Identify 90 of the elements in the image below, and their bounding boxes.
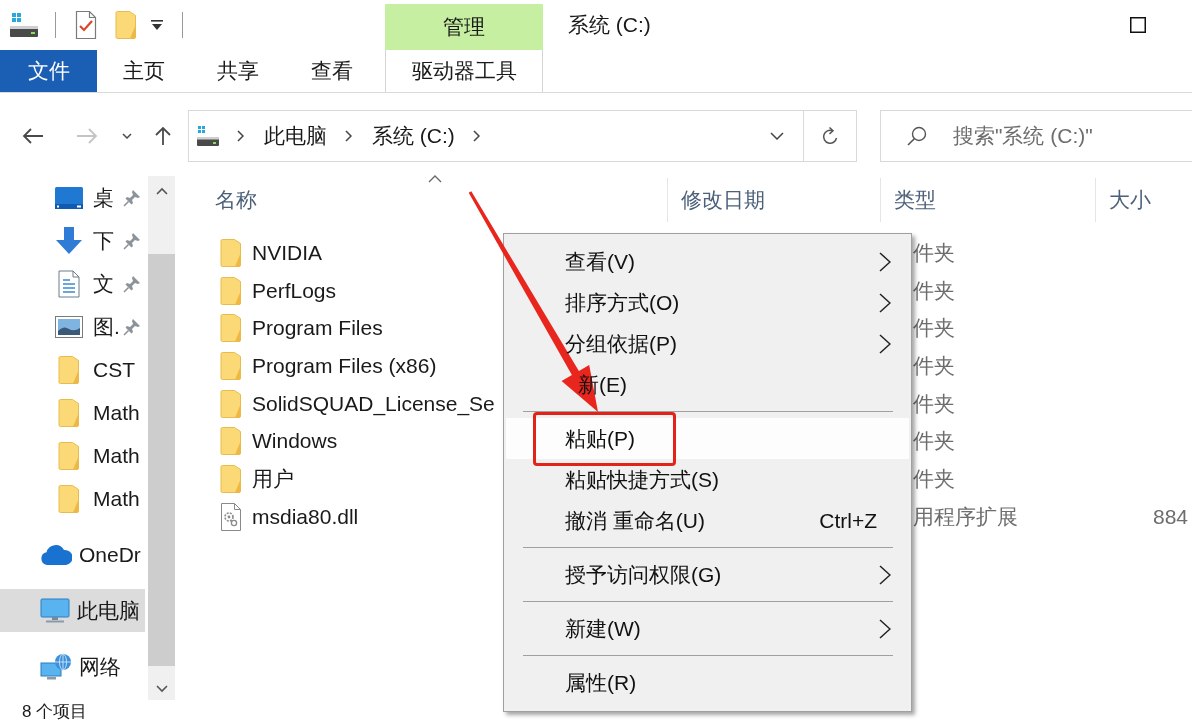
- window-title: 系统 (C:): [568, 12, 651, 38]
- sidebar-item[interactable]: 文: [0, 262, 145, 305]
- sidebar-item[interactable]: OneDr: [0, 533, 145, 576]
- sidebar-item[interactable]: 此电脑: [0, 589, 145, 632]
- menu-item[interactable]: 排序方式(O): [506, 282, 909, 323]
- maximize-icon[interactable]: [1130, 17, 1146, 33]
- file-type-text: 件夹: [913, 315, 955, 342]
- shortcut-text: Ctrl+Z: [819, 508, 877, 533]
- file-item[interactable]: Program Files: [220, 313, 383, 344]
- file-item[interactable]: PerfLogs: [220, 275, 337, 306]
- ribbon-tab[interactable]: 驱动器工具: [385, 50, 543, 92]
- monitor-icon: [40, 597, 70, 624]
- back-arrow-icon[interactable]: [22, 127, 44, 145]
- file-type-text: 件夹: [913, 352, 955, 379]
- pin-icon[interactable]: [123, 231, 141, 250]
- network-icon: [40, 653, 72, 680]
- file-item[interactable]: Windows: [220, 426, 338, 457]
- file-type-text: 件夹: [913, 277, 955, 304]
- file-type-text: 件夹: [913, 239, 955, 266]
- folder-icon: [220, 275, 242, 306]
- ribbon-tab[interactable]: 主页: [97, 50, 191, 92]
- folder-icon: [220, 350, 242, 381]
- chevron-down-icon[interactable]: [770, 132, 784, 140]
- menu-item[interactable]: 新建(W): [506, 608, 909, 649]
- menu-item[interactable]: 属性(R): [506, 662, 909, 703]
- sidebar-item[interactable]: 桌: [0, 176, 145, 219]
- file-size-text: 884: [1152, 504, 1188, 529]
- desktop-icon: [55, 186, 83, 209]
- breadcrumb[interactable]: 系统 (C:): [372, 122, 455, 150]
- scroll-up-icon[interactable]: [155, 187, 168, 195]
- chevron-right-icon[interactable]: [345, 130, 352, 142]
- drive-icon: [197, 126, 219, 146]
- ribbon-tab[interactable]: 查看: [285, 50, 379, 92]
- file-item[interactable]: 用户: [220, 463, 294, 494]
- checklist-icon[interactable]: [75, 10, 97, 40]
- folder-icon: [220, 426, 242, 457]
- picture-icon: [55, 315, 83, 338]
- ribbon-tab[interactable]: 文件: [0, 50, 97, 92]
- sidebar-item[interactable]: Math: [0, 477, 145, 520]
- chevron-down-icon[interactable]: [122, 133, 132, 139]
- column-header[interactable]: 名称: [175, 178, 667, 222]
- pin-icon[interactable]: [123, 188, 141, 207]
- folder-icon: [220, 463, 242, 494]
- menu-item[interactable]: 分组依据(P): [506, 323, 909, 364]
- pin-icon[interactable]: [123, 317, 141, 336]
- up-arrow-icon[interactable]: [155, 126, 171, 146]
- status-text: 8 个项目: [22, 700, 88, 722]
- cloud-icon: [40, 544, 72, 565]
- file-item[interactable]: NVIDIA: [220, 237, 322, 268]
- search-icon: [907, 126, 927, 146]
- ribbon-tab[interactable]: 共享: [191, 50, 285, 92]
- file-type-text: 件夹: [913, 428, 955, 455]
- scrollbar[interactable]: [148, 176, 175, 700]
- column-header[interactable]: 大小: [1095, 178, 1192, 222]
- sidebar-item[interactable]: CST: [0, 348, 145, 391]
- file-type-text: 件夹: [913, 465, 955, 492]
- search-field[interactable]: 搜索"系统 (C:)": [880, 110, 1192, 162]
- breadcrumb[interactable]: 此电脑: [264, 122, 327, 150]
- scrollbar-thumb[interactable]: [148, 254, 175, 666]
- pin-icon[interactable]: [123, 274, 141, 293]
- chevron-right-icon[interactable]: [472, 130, 480, 142]
- file-type-text: 用程序扩展: [913, 503, 1018, 530]
- column-header[interactable]: 修改日期: [667, 178, 880, 222]
- sidebar-item[interactable]: 网络: [0, 645, 145, 688]
- file-item[interactable]: SolidSQUAD_License_Se: [220, 388, 495, 419]
- menu-item[interactable]: 粘贴快捷方式(S): [506, 459, 909, 500]
- sidebar-item[interactable]: 下: [0, 219, 145, 262]
- document-icon: [55, 269, 83, 298]
- file-type-text: 件夹: [913, 390, 955, 417]
- menu-item[interactable]: 查看(V): [506, 241, 909, 282]
- down-arrow-icon: [55, 226, 83, 255]
- address-bar[interactable]: 此电脑 系统 (C:): [188, 110, 857, 162]
- sidebar-item[interactable]: 图.: [0, 305, 145, 348]
- folder-icon: [220, 388, 242, 419]
- sidebar-item[interactable]: Math: [0, 391, 145, 434]
- file-item[interactable]: msdia80.dll: [220, 501, 359, 532]
- chevron-right-icon[interactable]: [237, 130, 244, 142]
- contextual-tab-header: 管理: [385, 4, 543, 50]
- drive-icon[interactable]: [10, 13, 38, 37]
- caret-down-icon[interactable]: [151, 20, 163, 30]
- folder-icon: [220, 237, 242, 268]
- sidebar-item[interactable]: Math: [0, 434, 145, 477]
- file-gear-icon: [220, 501, 242, 532]
- file-item[interactable]: Program Files (x86): [220, 350, 437, 381]
- scroll-down-icon[interactable]: [155, 685, 168, 693]
- menu-item[interactable]: 授予访问权限(G): [506, 554, 909, 595]
- column-header[interactable]: 类型: [880, 178, 1095, 222]
- refresh-icon[interactable]: [821, 126, 839, 146]
- folder-icon: [220, 313, 242, 344]
- menu-item[interactable]: 撤消 重命名(U) Ctrl+Z: [506, 500, 909, 541]
